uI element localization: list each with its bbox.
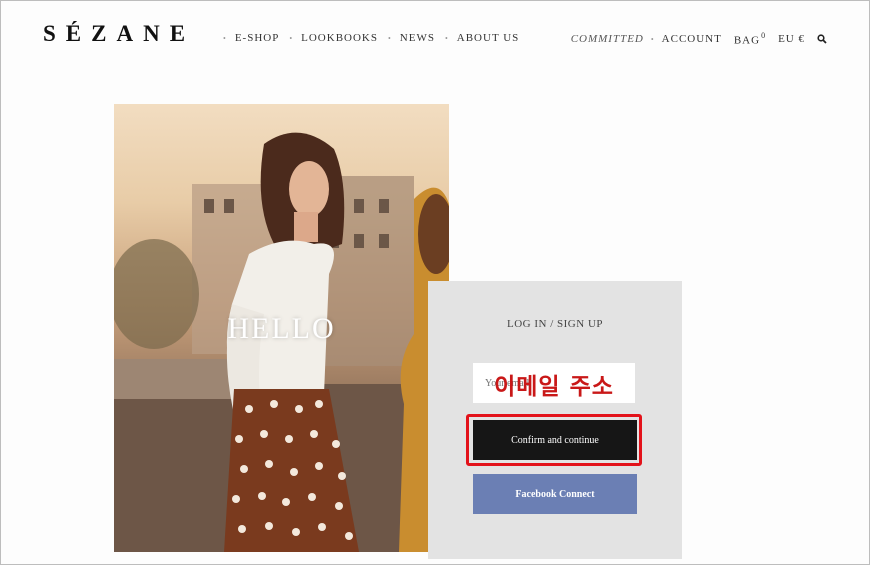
bag-count: 0 bbox=[761, 31, 767, 40]
nav-separator: • bbox=[387, 33, 392, 43]
hero-photo: HELLO bbox=[114, 104, 449, 552]
nav-separator: • bbox=[444, 33, 449, 43]
hero-hello-text: HELLO bbox=[227, 312, 336, 345]
nav-item-lookbooks[interactable]: LOOKBOOKS bbox=[301, 32, 378, 44]
confirm-and-continue-button[interactable]: Confirm and continue bbox=[473, 420, 637, 460]
main-nav: • E-SHOP • LOOKBOOKS • NEWS • ABOUT US bbox=[223, 32, 519, 44]
brand-logo[interactable]: SÉZANE bbox=[43, 21, 195, 47]
search-icon[interactable] bbox=[817, 34, 827, 44]
nav-item-eshop[interactable]: E-SHOP bbox=[235, 32, 280, 44]
nav-item-committed[interactable]: COMMITTED bbox=[571, 33, 644, 45]
nav-separator: • bbox=[223, 33, 227, 43]
nav-separator: • bbox=[650, 34, 655, 44]
region-selector[interactable]: EU € bbox=[778, 33, 805, 45]
bag-label: BAG bbox=[733, 34, 761, 47]
login-title: LOG IN / SIGN UP bbox=[507, 318, 603, 330]
nav-separator: • bbox=[289, 33, 294, 43]
facebook-connect-button[interactable]: Facebook Connect bbox=[473, 474, 637, 514]
login-panel: LOG IN / SIGN UP 이메일 주소 Confirm and cont… bbox=[428, 281, 682, 559]
email-field[interactable] bbox=[473, 363, 635, 403]
email-field-container: 이메일 주소 bbox=[473, 363, 635, 403]
page: SÉZANE • E-SHOP • LOOKBOOKS • NEWS • ABO… bbox=[0, 0, 870, 565]
nav-item-bag[interactable]: BAG0 bbox=[733, 31, 767, 47]
nav-item-about-us[interactable]: ABOUT US bbox=[457, 32, 520, 44]
utility-nav: COMMITTED • ACCOUNT BAG0 EU € bbox=[571, 31, 827, 47]
nav-item-news[interactable]: NEWS bbox=[400, 32, 435, 44]
nav-item-account[interactable]: ACCOUNT bbox=[662, 33, 722, 45]
